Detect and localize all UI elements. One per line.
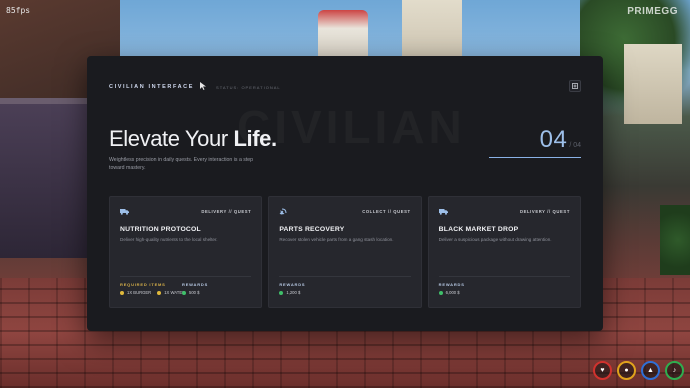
tower-building <box>318 10 368 56</box>
watermark-logo: PRIMEGG <box>627 6 678 17</box>
status-hud: ♥ ● ▲ ♪ <box>593 361 684 380</box>
shed <box>0 98 98 258</box>
quest-counter: 04/ 04 <box>540 126 581 154</box>
quest-cards: DELIVERY // QUEST NUTRITION PROTOCOL Del… <box>109 196 581 308</box>
counter-total: / 04 <box>569 142 581 149</box>
rewards-label: REWARDS <box>279 282 306 287</box>
required-items-list: 1X BURGER 1X WATER <box>120 290 185 295</box>
quest-card-parts[interactable]: COLLECT // QUEST PARTS RECOVERY Recover … <box>268 196 422 308</box>
page-subtitle: Weightless precision in daily quests. Ev… <box>109 157 254 171</box>
required-item: 1X WATER <box>157 290 185 295</box>
quest-tag: DELIVERY // QUEST <box>201 209 252 214</box>
truck-icon <box>438 209 448 215</box>
item-dot-icon <box>157 290 162 295</box>
house-building <box>402 0 462 56</box>
counter-current: 04 <box>539 126 568 153</box>
hunger-ring-icon: ● <box>617 361 636 380</box>
panel-header: CIVILIAN INTERFACE STATUS: OPERATIONAL <box>109 80 581 94</box>
status-text: STATUS: OPERATIONAL <box>216 84 281 90</box>
right-building <box>624 44 682 124</box>
health-ring-icon: ♥ <box>593 361 612 380</box>
quest-description: Recover stolen vehicle parts from a gang… <box>279 237 394 242</box>
quest-title: BLACK MARKET DROP <box>438 226 519 233</box>
expand-button[interactable] <box>569 80 581 92</box>
title-bold: Life. <box>233 126 277 151</box>
reward-dot-icon <box>279 290 284 295</box>
civilian-interface-panel: CIVILIAN INTERFACE STATUS: OPERATIONAL C… <box>87 56 603 331</box>
counter-underline <box>489 157 581 158</box>
cursor-arrow-icon <box>200 82 208 92</box>
quest-title: NUTRITION PROTOCOL <box>120 226 201 233</box>
item-dot-icon <box>120 290 124 295</box>
quest-description: Deliver high-quality nutrients to the lo… <box>120 237 218 242</box>
reward-dot-icon <box>182 290 186 295</box>
reward-text: 6,000 $ <box>445 290 460 295</box>
brand-label: CIVILIAN INTERFACE <box>109 84 195 90</box>
reward-dot-icon <box>438 290 443 295</box>
rewards-label: REWARDS <box>438 282 465 287</box>
thirst-ring-icon: ▲ <box>641 361 660 380</box>
required-item-text: 1X BURGER <box>127 290 152 295</box>
reward-text: 1,200 $ <box>286 290 301 295</box>
satellite-icon <box>279 208 287 215</box>
truck-icon <box>120 209 129 215</box>
expand-icon <box>572 83 578 89</box>
card-divider <box>438 276 570 277</box>
quest-tag: DELIVERY // QUEST <box>519 209 570 214</box>
quest-card-black-market[interactable]: DELIVERY // QUEST BLACK MARKET DROP Deli… <box>427 196 581 308</box>
rewards-label: REWARDS <box>182 282 209 287</box>
reward-value: 500 $ <box>182 290 199 295</box>
title-light: Elevate Your <box>109 126 234 151</box>
reward-value: 1,200 $ <box>279 290 300 295</box>
voice-ring-icon: ♪ <box>665 361 684 380</box>
card-divider <box>120 276 252 277</box>
reward-value: 6,000 $ <box>438 290 460 295</box>
quest-title: PARTS RECOVERY <box>279 226 345 233</box>
bush <box>660 205 690 275</box>
page-title: Elevate Your Life. <box>109 126 277 152</box>
quest-card-nutrition[interactable]: DELIVERY // QUEST NUTRITION PROTOCOL Del… <box>109 196 263 308</box>
fps-counter: 85fps <box>6 6 31 15</box>
reward-text: 500 $ <box>189 290 200 295</box>
quest-description: Deliver a suspicious package without dra… <box>438 237 552 242</box>
required-items-label: REQUIRED ITEMS <box>120 282 166 287</box>
card-divider <box>279 276 411 277</box>
required-item: 1X BURGER <box>120 290 151 295</box>
quest-tag: COLLECT // QUEST <box>362 209 411 214</box>
